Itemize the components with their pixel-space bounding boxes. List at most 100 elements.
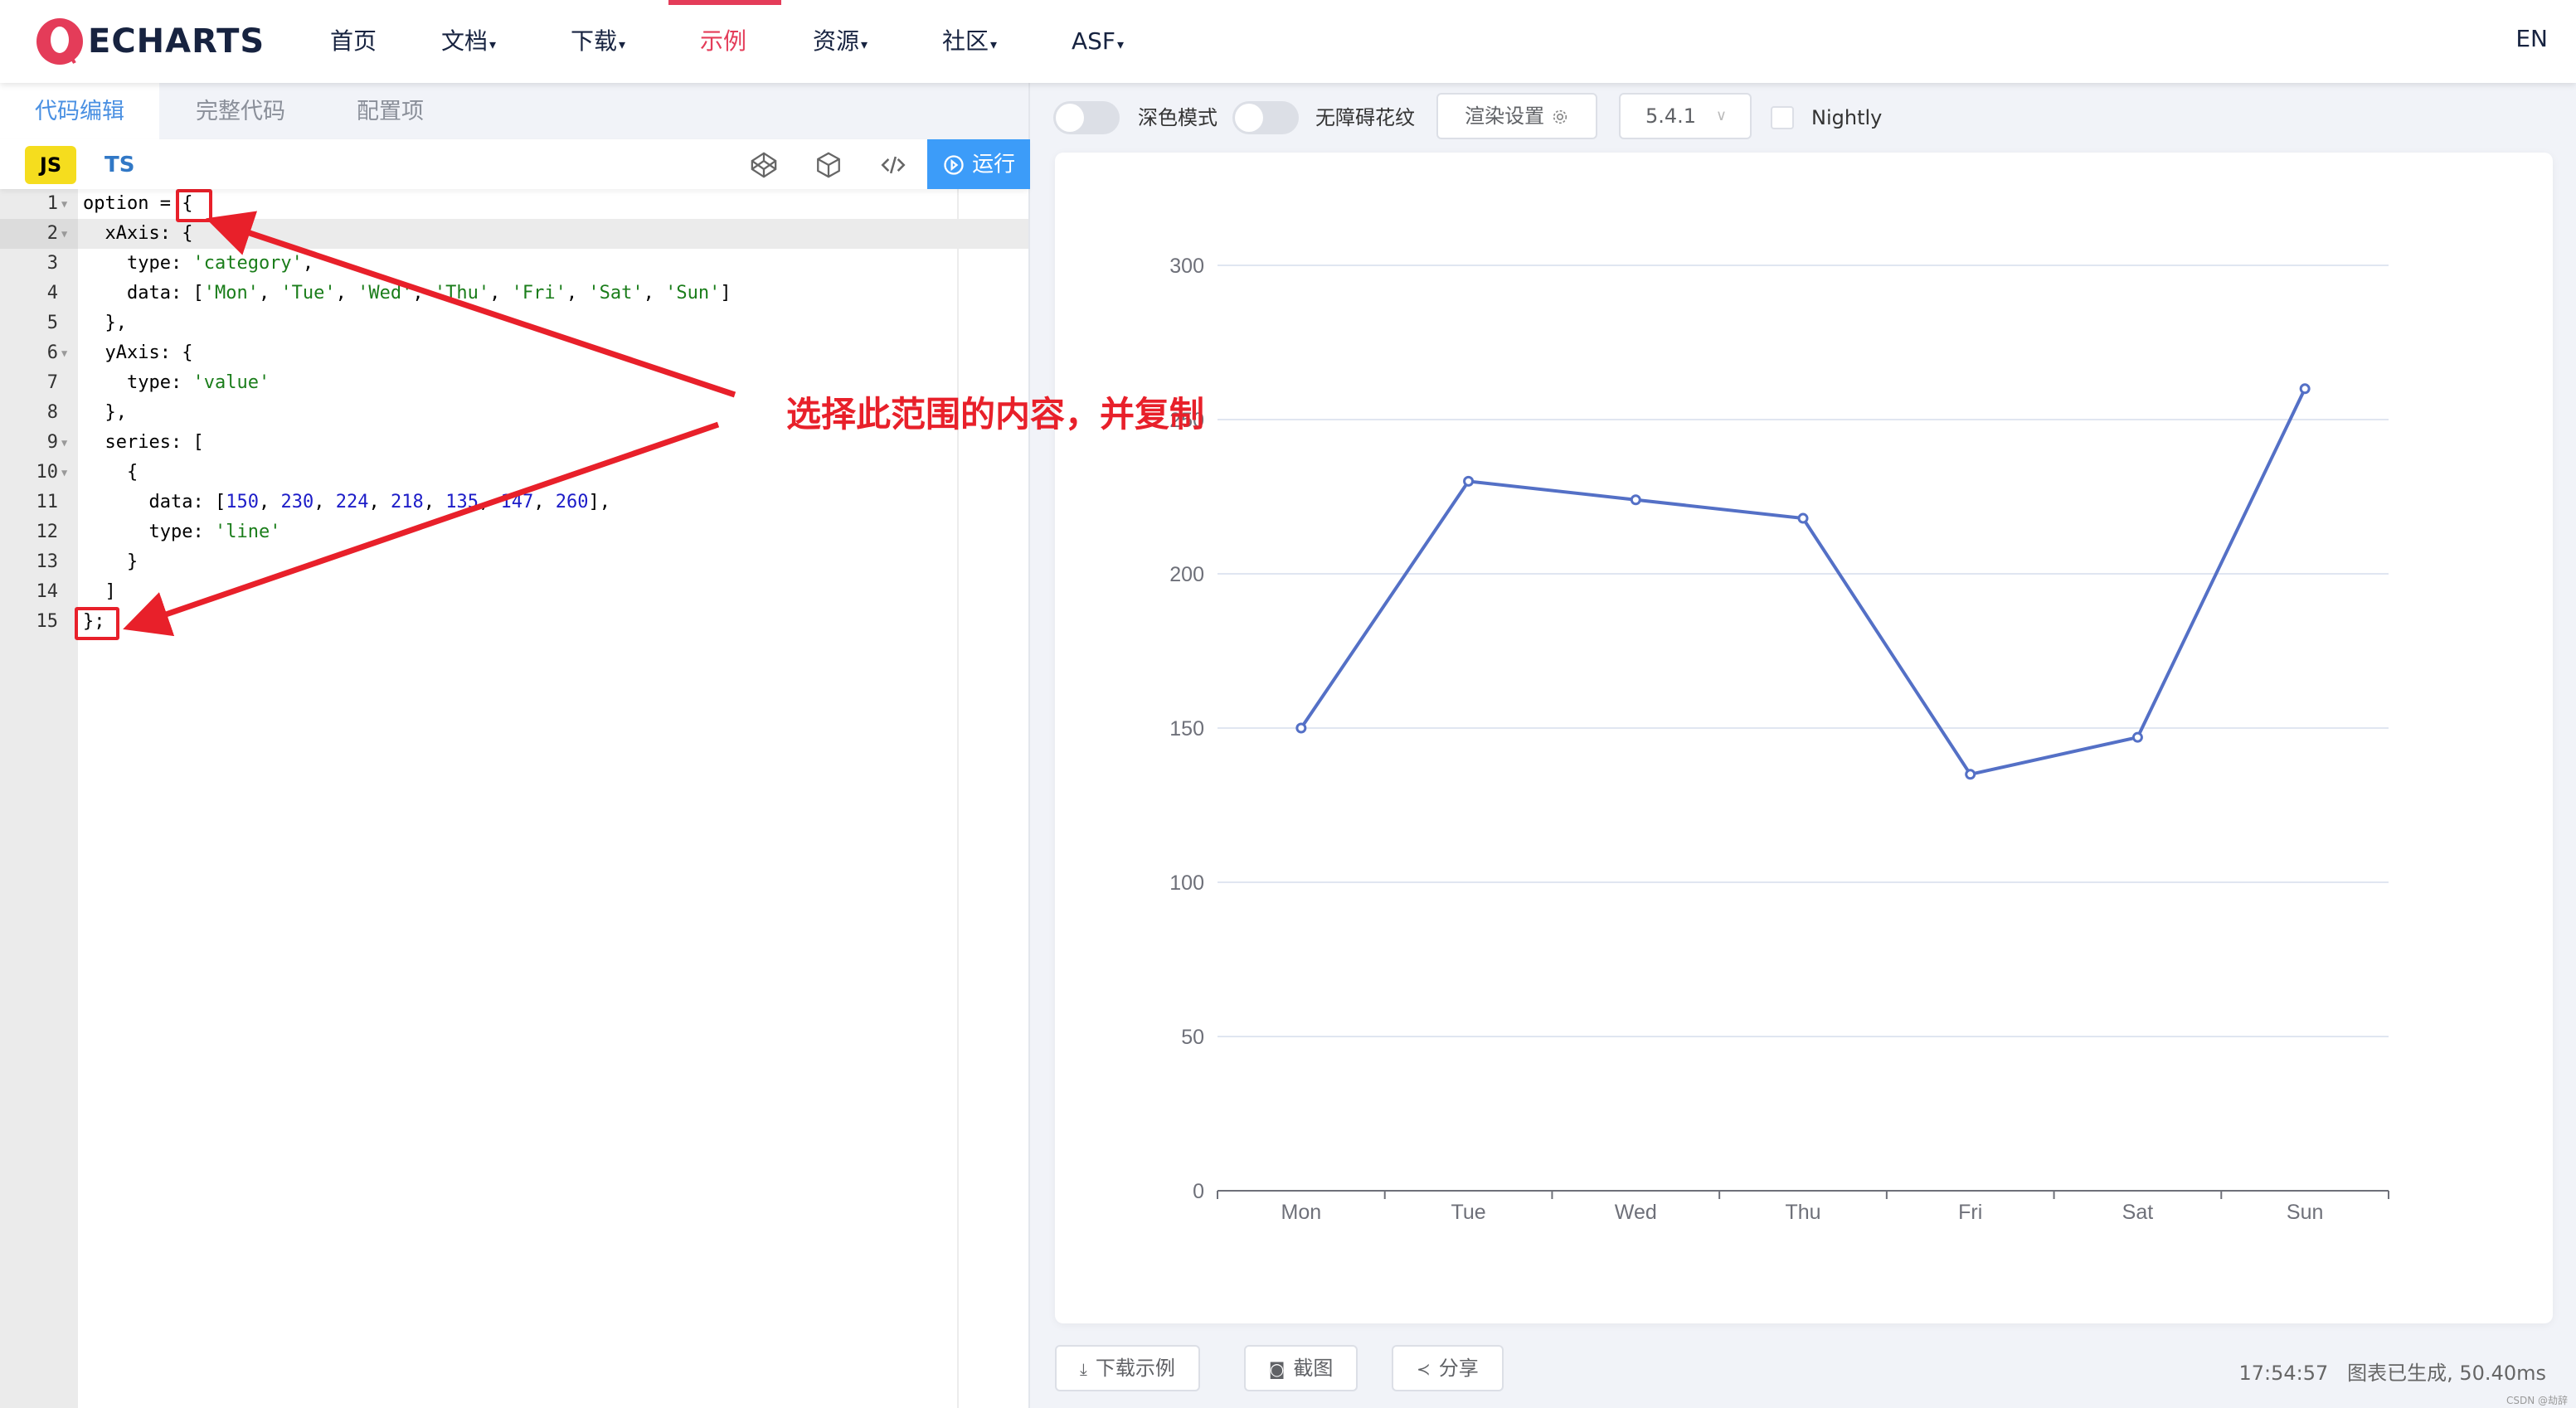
screenshot-label: 截图 (1293, 1357, 1334, 1380)
editor-tabs: 代码编辑 完整代码 配置项 (0, 83, 1028, 139)
y-tick-label: 300 (1169, 255, 1204, 278)
decal-toggle[interactable] (1232, 101, 1299, 134)
code-line[interactable]: 14 ] (0, 577, 1028, 607)
code-text: }, (104, 402, 128, 423)
caret-down-icon: ▾ (489, 36, 497, 52)
code-editor[interactable]: 1 ▼ option = {2 ▼ xAxis: {3 type: 'category… (0, 189, 1028, 1408)
line-number: 4 (46, 283, 58, 303)
code-line[interactable]: 1 ▼ option = { (0, 189, 1028, 219)
code-line[interactable]: 5 }, (0, 308, 1028, 338)
code-text: data: [150, 230, 224, 218, 135, 147, 260… (148, 492, 610, 512)
x-tick-label: Wed (1615, 1201, 1657, 1224)
line-chart[interactable]: 050100150200250300Mon Tue Wed Thu Fri Sat Sun (1055, 153, 2553, 1323)
language-switch[interactable]: EN (2515, 25, 2548, 52)
nav-item-download[interactable]: 下载 ▾ (571, 23, 625, 60)
fold-arrow-icon[interactable]: ▼ (61, 428, 67, 458)
line-number: 7 (46, 372, 58, 393)
code-text: }, (104, 313, 128, 333)
code-line[interactable]: 4 data: ['Mon', 'Tue', 'Wed', 'Thu', 'Fr… (0, 279, 1028, 308)
echarts-logo-icon (36, 18, 83, 65)
code-line[interactable]: 12 type: 'line' (0, 517, 1028, 547)
fold-arrow-icon[interactable]: ▼ (61, 189, 67, 219)
watermark: CSDN @劫辞 (2506, 1395, 2568, 1406)
tab-options[interactable]: 配置项 (322, 83, 459, 139)
download-example-button[interactable]: ⤓ 下载示例 (1055, 1345, 1200, 1391)
screenshot-button[interactable]: ◙ 截图 (1244, 1345, 1358, 1391)
highlight-box-end (75, 607, 119, 640)
x-tick-label: Mon (1281, 1201, 1322, 1224)
lang-js-button[interactable]: JS (25, 146, 76, 184)
nav-item-home[interactable]: 首页 (330, 23, 377, 60)
render-status: 17:54:57 图表已生成, 50.40ms (2238, 1357, 2546, 1386)
code-text: series: [ (104, 432, 204, 453)
share-button[interactable]: ≺ 分享 (1392, 1345, 1504, 1391)
y-tick-label: 50 (1181, 1026, 1204, 1049)
nav-item-community[interactable]: 社区 ▾ (942, 23, 997, 60)
annotation-text: 选择此范围的内容，并复制 (786, 394, 1205, 435)
code-line[interactable]: 13 } (0, 547, 1028, 577)
code-line[interactable]: 3 type: 'category', (0, 249, 1028, 279)
x-tick-label: Tue (1451, 1201, 1485, 1224)
play-circle-icon (944, 154, 964, 175)
nav-label: 文档 (441, 27, 488, 55)
nav-label: 资源 (813, 27, 860, 55)
caret-down-icon: ▾ (990, 36, 998, 52)
y-tick-label: 100 (1169, 872, 1204, 895)
line-number: 3 (46, 253, 58, 274)
nightly-label: Nightly (1811, 106, 1883, 129)
render-settings-button[interactable]: 渲染设置 (1436, 93, 1597, 139)
line-number: 9 (46, 432, 58, 453)
code-text: yAxis: { (104, 342, 193, 363)
caret-down-icon: ▾ (619, 36, 626, 52)
dark-mode-toggle[interactable] (1053, 101, 1120, 134)
echarts-logo[interactable]: ECHARTS (35, 15, 265, 68)
line-number: 13 (36, 551, 59, 572)
y-tick-label: 150 (1169, 717, 1204, 740)
version-select[interactable]: 5.4.1 ∨ (1619, 93, 1752, 139)
fold-arrow-icon[interactable]: ▼ (61, 219, 67, 249)
data-point (1295, 722, 1307, 734)
run-button[interactable]: 运行 (927, 139, 1030, 189)
code-line[interactable]: 15}; (0, 607, 1028, 637)
chevron-down-icon: ∨ (1715, 107, 1727, 124)
data-point (1463, 475, 1475, 487)
render-settings-label: 渲染设置 (1465, 104, 1545, 128)
code-text: type: 'line' (148, 522, 281, 542)
fold-arrow-icon[interactable]: ▼ (61, 338, 67, 368)
version-value: 5.4.1 (1645, 104, 1697, 128)
camera-icon: ◙ (1269, 1359, 1286, 1379)
tab-full-code[interactable]: 完整代码 (161, 83, 320, 139)
tab-code-edit[interactable]: 代码编辑 (0, 83, 159, 139)
code-line[interactable]: 6 ▼ yAxis: { (0, 338, 1028, 368)
decal-label: 无障碍花纹 (1315, 106, 1415, 129)
run-label: 运行 (972, 152, 1016, 177)
code-line[interactable]: 2 ▼ xAxis: { (0, 219, 1028, 249)
lang-ts-button[interactable]: TS (104, 146, 134, 184)
code-line[interactable]: 11 data: [150, 230, 224, 218, 135, 147, … (0, 488, 1028, 517)
nav-item-examples[interactable]: 示例 (700, 23, 746, 60)
codesandbox-icon[interactable] (814, 151, 843, 179)
code-icon[interactable] (879, 151, 907, 179)
line-number: 1 (46, 193, 58, 214)
gear-icon (1553, 109, 1567, 124)
nav-label: 社区 (942, 27, 989, 55)
caret-down-icon: ▾ (1117, 36, 1125, 52)
fold-arrow-icon[interactable]: ▼ (61, 458, 67, 488)
code-text: ] (104, 581, 116, 602)
nightly-checkbox[interactable] (1771, 106, 1794, 129)
line-number: 10 (36, 462, 59, 483)
chart-container: 0 50 100 150 200 250 300 Mon Tue Wed Thu Fri Sat Sun (1055, 153, 2553, 1323)
nav-item-resources[interactable]: 资源 ▾ (813, 23, 868, 60)
line-number: 2 (46, 223, 58, 244)
data-point (1797, 512, 1809, 524)
nav-item-docs[interactable]: 文档 ▾ (441, 23, 496, 60)
data-point (1965, 769, 1976, 780)
nav-label: 首页 (330, 27, 377, 55)
nav-label: 示例 (700, 27, 747, 55)
code-line[interactable]: 10 ▼ { (0, 458, 1028, 488)
codepen-icon[interactable] (750, 151, 778, 179)
code-text: { (126, 462, 139, 483)
nav-item-asf[interactable]: ASF ▾ (1072, 23, 1124, 60)
nav-active-indicator (668, 0, 781, 5)
preview-panel: 深色模式 无障碍花纹 渲染设置 5.4.1 ∨ Nightly 0 50 100 15… (1030, 83, 2576, 1408)
